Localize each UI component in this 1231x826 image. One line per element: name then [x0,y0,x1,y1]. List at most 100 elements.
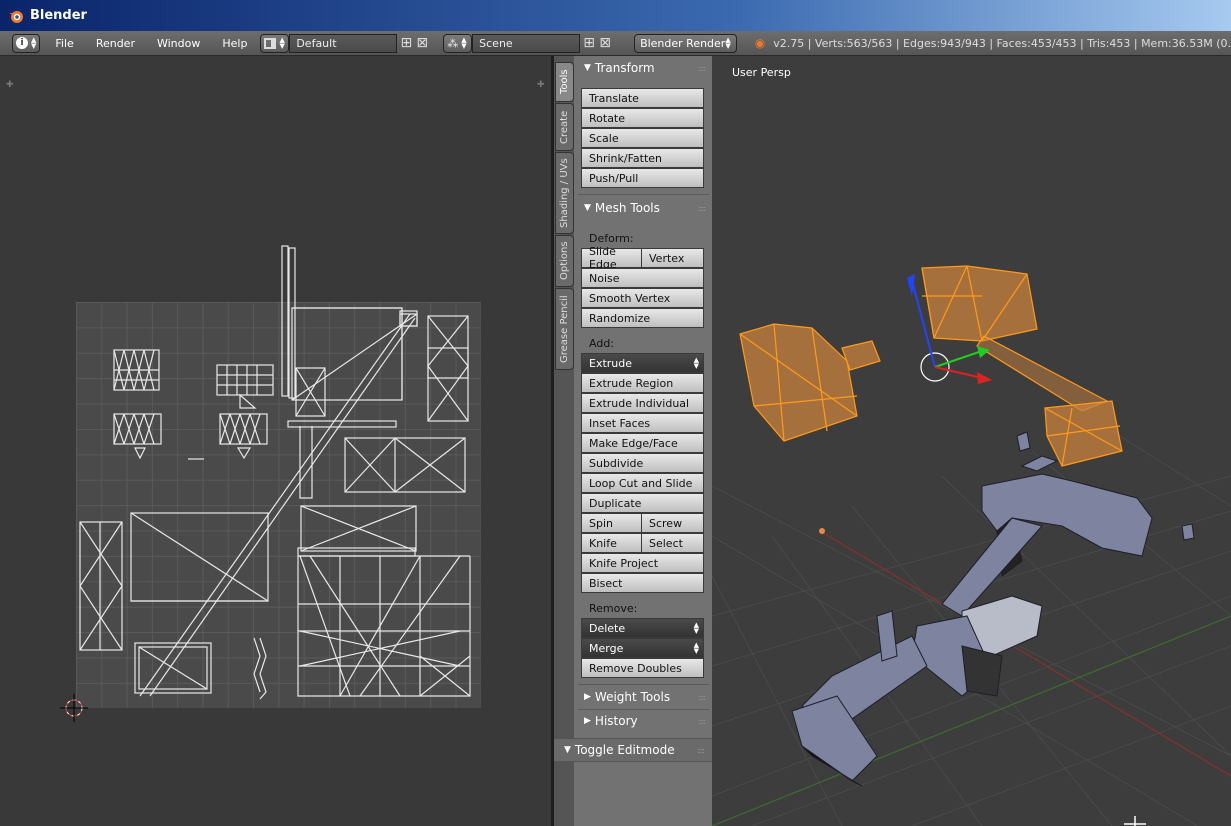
chevron-updown-icon: ▲ ▼ [693,641,699,655]
slide-edge-button[interactable]: Slide Edge [581,245,642,271]
inset-faces-button[interactable]: Inset Faces [581,413,704,433]
inset-faces-label: Inset Faces [589,416,651,430]
mesh-tools-panel-header[interactable]: ▼ Mesh Tools :::: [578,199,709,217]
history-panel-title: History [594,714,638,728]
knife-project-label: Knife Project [589,556,659,570]
smooth-vertex-label: Smooth Vertex [589,291,671,305]
remove-doubles-label: Remove Doubles [589,661,682,675]
push-pull-label: Push/Pull [589,171,639,185]
drag-grip-icon[interactable]: :::: [698,717,706,726]
layout-grid-icon [264,37,277,49]
deform-label: Deform: [589,232,634,245]
remove-doubles-button[interactable]: Remove Doubles [581,658,704,678]
knife-project-button[interactable]: Knife Project [581,553,704,573]
shrink-fatten-button[interactable]: Shrink/Fatten [581,148,704,168]
shrink-fatten-label: Shrink/Fatten [589,151,663,165]
window-titlebar: Blender [0,0,1231,31]
knife-label: Knife [589,536,617,550]
menu-render[interactable]: Render [85,37,146,50]
randomize-button[interactable]: Randomize [581,308,704,328]
info-header: i ▲ ▼ File Render Window Help ▲ ▼ Default … [0,31,1231,56]
extrude-individual-button[interactable]: Extrude Individual [581,393,704,413]
delete-menu-button[interactable]: Delete ▲ ▼ [581,618,704,638]
expand-triangle-icon: ▶ [584,716,591,726]
chevron-updown-icon: ▲ ▼ [31,36,37,50]
tool-shelf-tabs: Tools Create Shading / UVs Options Greas… [554,56,574,826]
tab-grease-pencil[interactable]: Grease Pencil [555,288,574,370]
panel-separator [578,709,709,710]
scene-type-button[interactable]: ⁂ ▲ ▼ [443,33,473,53]
duplicate-button[interactable]: Duplicate [581,493,704,513]
scale-label: Scale [589,131,619,145]
window-title: Blender [30,8,87,23]
screw-button[interactable]: Screw [641,513,704,533]
toggle-editmode-header[interactable]: ▼ Toggle Editmode :::: [558,741,708,759]
scene-name: Scene [479,36,513,50]
translate-label: Translate [589,91,639,105]
smooth-vertex-button[interactable]: Smooth Vertex [581,288,704,308]
weight-tools-panel-header[interactable]: ▶ Weight Tools :::: [578,688,709,706]
randomize-label: Randomize [589,311,651,325]
translate-button[interactable]: Translate [581,88,704,108]
editor-type-button[interactable]: i ▲ ▼ [12,33,41,53]
screen-layout-field[interactable]: Default [289,33,398,53]
screen-layout-type-button[interactable]: ▲ ▼ [260,33,290,53]
tab-options-label: Options [559,241,570,281]
push-pull-button[interactable]: Push/Pull [581,168,704,188]
slide-vertex-label: Vertex [649,251,685,265]
transform-panel-header[interactable]: ▼ Transform :::: [578,59,709,77]
tab-create[interactable]: Create [555,103,574,151]
blender-stats-logo-icon: ◉ [754,36,766,50]
knife-select-button[interactable]: Select [641,533,704,553]
merge-label: Merge [589,641,624,655]
scene-icon: ⁂ [447,36,459,50]
add-screen-icon[interactable]: ⊞ [399,35,413,51]
drag-grip-icon[interactable]: :::: [698,204,706,213]
render-engine-value: Blender Render [640,36,726,50]
spin-button[interactable]: Spin [581,513,642,533]
bisect-button[interactable]: Bisect [581,573,704,593]
extrude-region-button[interactable]: Extrude Region [581,373,704,393]
noise-button[interactable]: Noise [581,268,704,288]
noise-label: Noise [589,271,620,285]
tab-options[interactable]: Options [555,235,574,287]
menu-file[interactable]: File [44,37,84,50]
tab-tools[interactable]: Tools [555,62,574,102]
remove-screen-icon[interactable]: ⊠ [415,35,429,51]
drag-grip-icon[interactable]: :::: [698,693,706,702]
history-panel-header[interactable]: ▶ History :::: [578,712,709,730]
menu-help[interactable]: Help [211,37,258,50]
knife-button[interactable]: Knife [581,533,642,553]
chevron-updown-icon: ▲ ▼ [461,36,467,50]
extrude-region-label: Extrude Region [589,376,674,390]
tab-create-label: Create [559,110,570,144]
slide-vertex-button[interactable]: Vertex [641,248,704,268]
rotate-button[interactable]: Rotate [581,108,704,128]
menu-window[interactable]: Window [146,37,211,50]
duplicate-label: Duplicate [589,496,642,510]
viewport-scene[interactable] [712,56,1231,826]
expand-triangle-icon: ▶ [584,692,591,702]
add-scene-icon[interactable]: ⊞ [582,35,596,51]
drag-grip-icon[interactable]: :::: [698,64,706,73]
collapse-triangle-icon: ▼ [564,745,571,755]
merge-menu-button[interactable]: Merge ▲ ▼ [581,638,704,658]
3d-viewport[interactable]: User Persp [712,56,1231,826]
make-edge-face-button[interactable]: Make Edge/Face [581,433,704,453]
render-engine-select[interactable]: Blender Render ▲ ▼ [634,33,737,53]
uv-image-editor[interactable]: ✚ ✚ [0,56,551,826]
2d-cursor-icon[interactable] [52,692,96,736]
tab-shading-uvs[interactable]: Shading / UVs [555,152,574,234]
subdivide-label: Subdivide [589,456,644,470]
chevron-updown-icon: ▲ ▼ [693,621,699,635]
tab-tools-label: Tools [559,69,570,95]
scene-field[interactable]: Scene [472,33,581,53]
scale-button[interactable]: Scale [581,128,704,148]
screw-label: Screw [649,516,683,530]
drag-grip-icon[interactable]: :::: [697,746,705,755]
last-operator-panel[interactable]: ▼ Toggle Editmode :::: [554,738,712,762]
extrude-menu-button[interactable]: Extrude ▲ ▼ [581,353,704,373]
subdivide-button[interactable]: Subdivide [581,453,704,473]
remove-scene-icon[interactable]: ⊠ [598,35,612,51]
loop-cut-button[interactable]: Loop Cut and Slide [581,473,704,493]
